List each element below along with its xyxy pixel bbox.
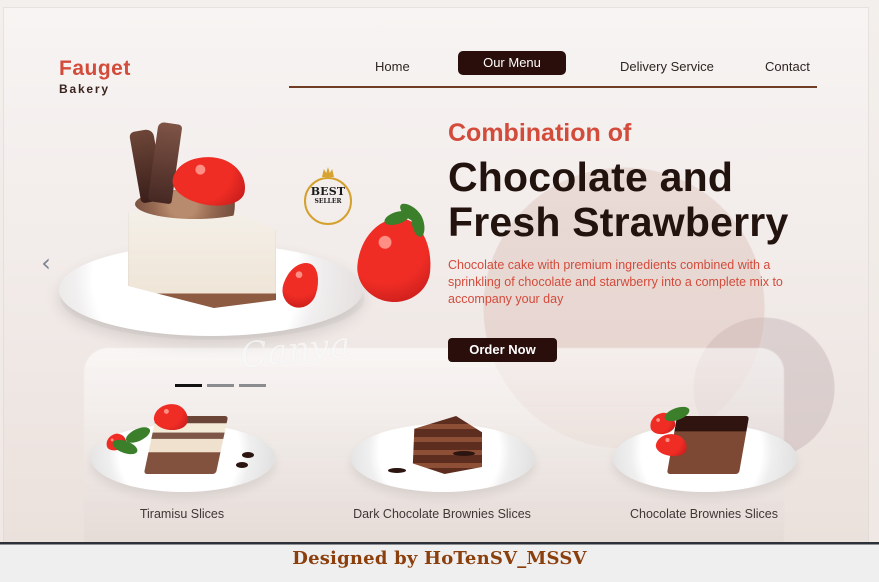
hero-eyebrow: Combination of <box>448 119 632 147</box>
hero-copy: Combination of Chocolate and Fresh Straw… <box>448 119 838 308</box>
product-card-chocolate-brownies[interactable]: Chocolate Brownies Slices <box>594 396 814 536</box>
carousel-dot-1[interactable] <box>175 384 202 387</box>
hero-description: Chocolate cake with premium ingredients … <box>448 257 783 307</box>
sauce-dot-icon <box>236 462 248 468</box>
product-name: Dark Chocolate Brownies Slices <box>353 507 531 521</box>
footer-caption: Designed by HoTenSV_MSSV <box>292 548 587 569</box>
best-seller-badge: BEST SELLER <box>300 167 356 229</box>
screen-root: Fauget Bakery Home Our Menu Delivery Ser… <box>0 0 879 582</box>
main-navigation: Home Our Menu Delivery Service Contact <box>289 51 817 88</box>
product-card-tiramisu[interactable]: Tiramisu Slices <box>72 396 292 536</box>
brand-subtitle: Bakery <box>59 82 110 96</box>
brand-logo[interactable]: Fauget Bakery <box>59 58 131 95</box>
product-name: Tiramisu Slices <box>139 507 225 521</box>
chevron-left-icon: ‹ <box>41 249 51 277</box>
featured-products: Tiramisu Slices Dark Chocolate Brownies … <box>72 396 802 536</box>
crown-icon <box>322 167 334 177</box>
nav-contact[interactable]: Contact <box>765 59 810 74</box>
hero-headline: Chocolate and Fresh Strawberry <box>448 153 838 245</box>
nav-delivery-service[interactable]: Delivery Service <box>620 59 714 74</box>
nav-our-menu[interactable]: Our Menu <box>458 51 566 75</box>
hero-image-group: BEST SELLER Canva <box>52 118 435 377</box>
sauce-dot-icon <box>242 452 254 458</box>
carousel-pagination <box>175 384 275 388</box>
badge-seller-text: SELLER <box>314 198 342 205</box>
hero-headline-line-1: Chocolate and <box>448 153 734 200</box>
carousel-dot-3[interactable] <box>239 384 266 387</box>
product-name: Chocolate Brownies Slices <box>630 507 778 521</box>
hero-headline-line-2: Fresh Strawberry <box>448 198 789 245</box>
sauce-drizzle-icon <box>453 451 475 456</box>
nav-home[interactable]: Home <box>375 59 410 74</box>
sauce-drizzle-icon <box>388 468 406 473</box>
carousel-dot-2[interactable] <box>207 384 234 387</box>
order-now-button[interactable]: Order Now <box>448 338 557 362</box>
bakery-landing-page: Fauget Bakery Home Our Menu Delivery Ser… <box>4 8 868 542</box>
badge-best-text: BEST <box>310 185 346 198</box>
brand-name: Fauget <box>59 57 131 80</box>
product-card-dark-brownies[interactable]: Dark Chocolate Brownies Slices <box>332 396 552 536</box>
